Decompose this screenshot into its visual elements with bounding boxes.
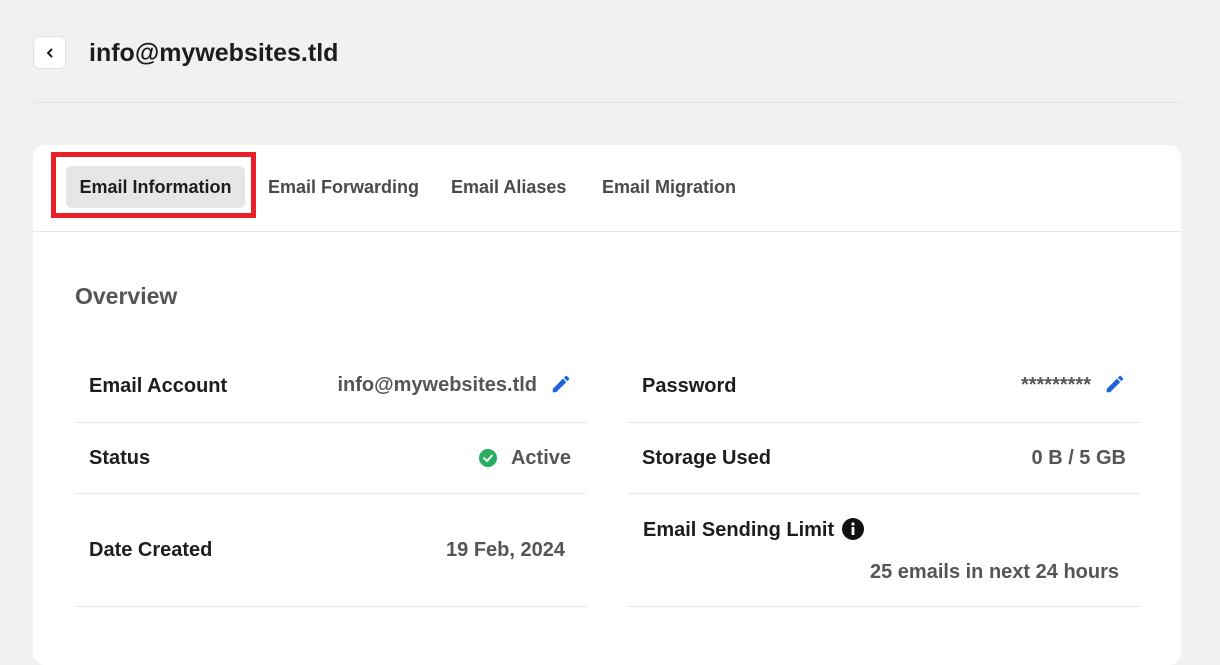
status-value: Active bbox=[510, 447, 571, 469]
tab-email-migration[interactable]: Email Migration bbox=[602, 166, 736, 208]
tab-email-forwarding[interactable]: Email Forwarding bbox=[268, 166, 419, 208]
pencil-icon[interactable] bbox=[550, 373, 572, 395]
overview-title: Overview bbox=[75, 283, 178, 309]
status-label: Status bbox=[89, 447, 151, 469]
check-circle-icon bbox=[479, 449, 497, 467]
storage-value: 0 B / 5 GB bbox=[1031, 447, 1126, 469]
password-value: ********* bbox=[1020, 374, 1091, 396]
storage-label: Storage Used bbox=[642, 447, 771, 469]
tab-email-aliases[interactable]: Email Aliases bbox=[451, 166, 566, 208]
tab-bar: Email Information Email Forwarding Email… bbox=[33, 145, 1181, 232]
info-icon[interactable] bbox=[842, 518, 864, 540]
password-row: Password ********* bbox=[628, 351, 1140, 423]
email-details-card: Email Information Email Forwarding Email… bbox=[33, 145, 1181, 665]
header-divider bbox=[33, 102, 1181, 103]
tab-email-information[interactable]: Email Information bbox=[66, 166, 245, 208]
sending-limit-value: 25 emails in next 24 hours bbox=[870, 561, 1119, 583]
sending-limit-label: Email Sending Limit bbox=[643, 519, 835, 541]
date-created-label: Date Created bbox=[89, 539, 213, 561]
sending-limit-row: Email Sending Limit 25 emails in next 24… bbox=[628, 494, 1140, 607]
date-created-row: Date Created 19 Feb, 2024 bbox=[75, 494, 586, 607]
email-account-row: Email Account info@mywebsites.tld bbox=[75, 351, 586, 423]
status-row: Status Active bbox=[75, 423, 586, 494]
date-created-value: 19 Feb, 2024 bbox=[446, 539, 565, 561]
email-account-value: info@mywebsites.tld bbox=[337, 374, 537, 396]
password-label: Password bbox=[642, 375, 737, 397]
back-button[interactable] bbox=[33, 36, 66, 69]
storage-row: Storage Used 0 B / 5 GB bbox=[628, 423, 1140, 494]
page-title: info@mywebsites.tld bbox=[89, 39, 339, 67]
email-account-label: Email Account bbox=[89, 375, 228, 397]
chevron-left-icon bbox=[46, 48, 52, 57]
pencil-icon[interactable] bbox=[1104, 373, 1126, 395]
